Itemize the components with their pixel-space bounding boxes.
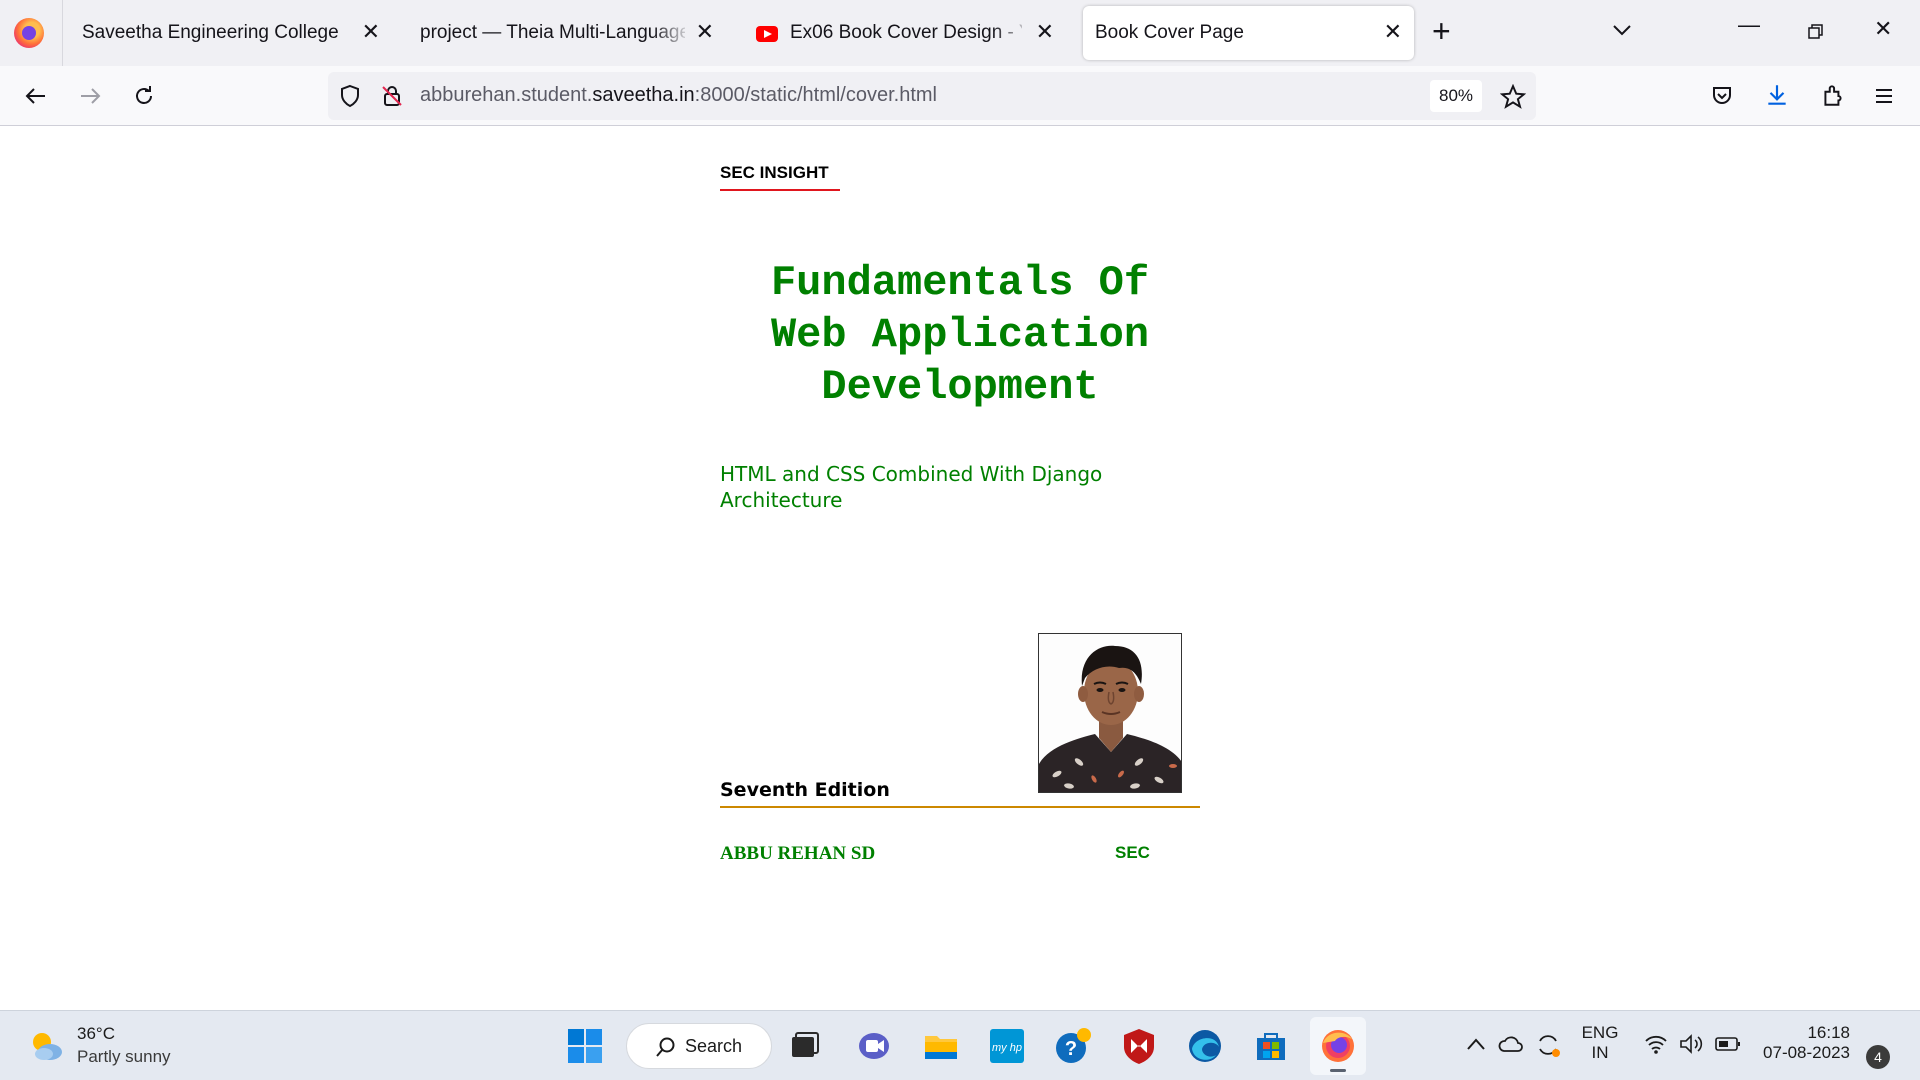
forward-arrow-icon [81, 88, 101, 104]
firefox-icon [1322, 1030, 1354, 1062]
sync-update-icon[interactable] [1534, 1031, 1562, 1059]
notification-count-badge[interactable]: 4 [1866, 1045, 1890, 1069]
pocket-icon[interactable] [1710, 84, 1734, 108]
teams-chat-icon[interactable] [855, 1027, 893, 1065]
clock-time: 16:18 [1807, 1023, 1850, 1042]
author-photo [1038, 633, 1182, 793]
insecure-lock-icon[interactable] [380, 84, 404, 108]
back-arrow-icon [25, 88, 45, 104]
show-hidden-icons-chevron-icon[interactable] [1466, 1037, 1486, 1051]
microsoft-store-icon[interactable] [1252, 1027, 1290, 1065]
mcafee-icon[interactable] [1120, 1027, 1158, 1065]
tab-separator [62, 0, 63, 66]
search-label: Search [685, 1036, 743, 1056]
tab-project[interactable]: project — Theia Multi-Language Ex ✕ [408, 6, 726, 60]
running-indicator [1330, 1069, 1346, 1072]
onedrive-cloud-icon[interactable] [1498, 1033, 1524, 1057]
extensions-icon[interactable] [1820, 82, 1846, 108]
tab-title: Saveetha Engineering College [82, 22, 339, 43]
book-title-line: Web Application [770, 311, 1150, 359]
windows-taskbar: 36°C Partly sunny Search my hp ? ENG IN … [0, 1010, 1920, 1080]
url-path: :8000/static/html/cover.html [694, 84, 937, 106]
tracking-protection-shield-icon[interactable] [338, 84, 362, 108]
partly-sunny-weather-icon[interactable] [28, 1028, 64, 1064]
language-indicator[interactable]: ENG IN [1580, 1023, 1620, 1063]
tab-book-cover[interactable]: Book Cover Page ✕ [1083, 6, 1414, 60]
restore-icon[interactable] [1808, 24, 1824, 40]
search-icon [656, 1037, 675, 1057]
language-code: ENG [1581, 1023, 1619, 1042]
get-help-icon[interactable]: ? [1054, 1027, 1092, 1065]
zoom-level-button[interactable]: 80% [1430, 80, 1482, 112]
list-all-tabs-icon[interactable] [1612, 20, 1632, 40]
author-name: ABBU REHAN SD [720, 843, 876, 864]
app-menu-hamburger-icon[interactable] [1872, 84, 1896, 108]
windows-start-icon[interactable] [566, 1027, 604, 1065]
address-bar[interactable]: abburehan.student.saveetha.in:8000/stati… [328, 72, 1536, 120]
volume-icon[interactable] [1678, 1033, 1704, 1055]
back-button[interactable] [20, 80, 52, 112]
svg-text:?: ? [1065, 1038, 1077, 1060]
url-text[interactable]: abburehan.student.saveetha.in:8000/stati… [420, 84, 937, 107]
publisher-name: SEC [1115, 843, 1150, 862]
book-title-line: Development [821, 363, 1099, 411]
bookmark-star-icon[interactable] [1500, 84, 1526, 110]
tab-saveetha[interactable]: Saveetha Engineering College ✕ [70, 6, 392, 60]
navigation-toolbar: abburehan.student.saveetha.in:8000/stati… [0, 66, 1920, 126]
book-subtitle: HTML and CSS Combined With Django Archit… [720, 462, 1103, 512]
myhp-icon[interactable]: my hp [988, 1027, 1026, 1065]
close-tab-icon[interactable]: ✕ [1384, 20, 1402, 44]
file-explorer-icon[interactable] [922, 1027, 960, 1065]
clock[interactable]: 16:18 07-08-2023 [1758, 1023, 1850, 1063]
task-view-icon[interactable] [786, 1027, 824, 1065]
battery-icon[interactable] [1714, 1035, 1742, 1053]
firefox-taskbar-button[interactable] [1310, 1017, 1366, 1075]
book-title-line: Fundamentals Of [770, 259, 1150, 307]
new-tab-button[interactable]: + [1432, 14, 1451, 48]
brand-heading: SEC INSIGHT [720, 163, 840, 191]
downloads-icon[interactable] [1764, 82, 1790, 108]
weather-condition[interactable]: Partly sunny [77, 1047, 171, 1067]
tab-strip: Saveetha Engineering College ✕ project —… [0, 0, 1920, 66]
tab-title: project — Theia Multi-Language Ex [420, 22, 685, 43]
close-tab-icon[interactable]: ✕ [362, 20, 380, 44]
firefox-menu-icon[interactable] [14, 18, 44, 48]
clock-date: 07-08-2023 [1763, 1043, 1850, 1062]
weather-temperature[interactable]: 36°C [77, 1024, 115, 1044]
region-code: IN [1591, 1043, 1609, 1062]
book-title: Fundamentals Of Web Application Developm… [720, 257, 1200, 413]
taskbar-search[interactable]: Search [626, 1023, 772, 1069]
wifi-icon[interactable] [1644, 1033, 1668, 1055]
close-window-icon[interactable]: ✕ [1874, 16, 1892, 42]
close-tab-icon[interactable]: ✕ [696, 20, 714, 44]
page-viewport: SEC INSIGHT Fundamentals Of Web Applicat… [0, 127, 1920, 1010]
minimize-icon[interactable]: — [1738, 12, 1760, 38]
url-host: saveetha.in [592, 84, 695, 106]
tab-youtube[interactable]: Ex06 Book Cover Design - YouTu ✕ [744, 6, 1066, 60]
youtube-icon [756, 26, 778, 42]
close-tab-icon[interactable]: ✕ [1036, 20, 1054, 44]
edge-browser-icon[interactable] [1186, 1027, 1224, 1065]
forward-button[interactable] [74, 80, 106, 112]
url-prefix: abburehan.student. [420, 84, 593, 106]
svg-text:my hp: my hp [992, 1042, 1022, 1054]
tab-title: Ex06 Book Cover Design - YouTu [790, 22, 1022, 43]
tab-title: Book Cover Page [1095, 22, 1244, 43]
edition-label: Seventh Edition [720, 779, 1200, 808]
reload-icon [136, 86, 152, 104]
reload-button[interactable] [128, 80, 160, 112]
